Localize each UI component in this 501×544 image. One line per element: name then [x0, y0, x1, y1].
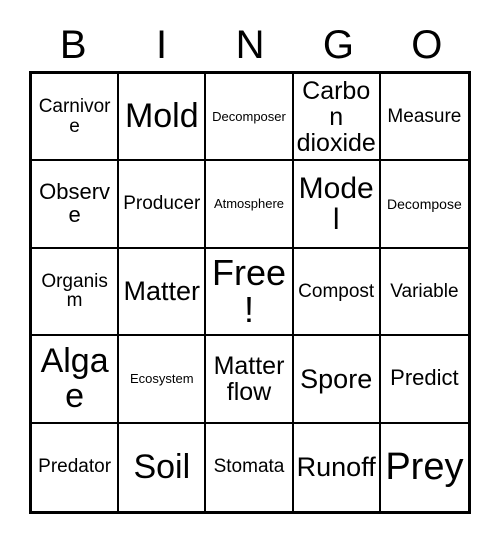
bingo-cell-label: Carbon dioxide [296, 76, 376, 157]
header-letter-b: B [59, 23, 87, 67]
bingo-cell-label: Carnivore [38, 95, 111, 137]
bingo-cell[interactable]: Matter flow [206, 336, 294, 424]
bingo-cell-label: Free! [211, 252, 286, 331]
bingo-cell[interactable]: Predict [380, 336, 468, 424]
bingo-cell[interactable]: Decomposer [206, 74, 294, 162]
bingo-cell-label: Variable [390, 280, 459, 302]
bingo-cell-label: Observe [39, 179, 111, 228]
bingo-cell-label: Predator [38, 456, 112, 478]
header-letter-o: O [411, 23, 443, 67]
bingo-cell[interactable]: Runoff [293, 423, 381, 511]
bingo-cell[interactable]: Matter [119, 248, 207, 337]
bingo-cell-label: Producer [123, 193, 201, 215]
bingo-cell[interactable]: Ecosystem [119, 336, 207, 424]
bingo-cell-label: Stomata [213, 456, 285, 478]
bingo-cell-label: Decompose [387, 195, 462, 212]
bingo-cell[interactable]: Carbon dioxide [293, 74, 381, 162]
bingo-cell[interactable]: Spore [293, 336, 381, 424]
bingo-cell[interactable]: Algae [32, 336, 120, 424]
bingo-cell[interactable]: Measure [380, 74, 468, 162]
bingo-cell-label: Predict [390, 365, 459, 391]
bingo-cell-label: Runoff [296, 452, 376, 483]
bingo-cell[interactable]: Mold [119, 74, 207, 162]
bingo-cell[interactable]: Decompose [380, 161, 468, 249]
bingo-cell[interactable]: Compost [293, 248, 381, 337]
bingo-cell-label: Atmosphere [213, 196, 285, 212]
bingo-cell-label: Prey [385, 445, 464, 488]
bingo-card: B I N G O Carnivore Mold Decomposer Carbon … [0, 0, 501, 544]
bingo-cell-label: Soil [133, 447, 191, 486]
bingo-cell-label: Decomposer [212, 108, 286, 124]
bingo-cell-label: Ecosystem [130, 371, 194, 387]
bingo-cell[interactable]: Organism [32, 248, 120, 337]
bingo-cell[interactable]: Atmosphere [206, 161, 294, 249]
bingo-cell-label: Matter flow [213, 351, 285, 406]
bingo-cell[interactable]: Variable [380, 248, 468, 337]
header-letter-g: G [322, 23, 354, 67]
bingo-grid: Carnivore Mold Decomposer Carbon dioxide Mea… [29, 71, 471, 514]
bingo-cell-label: Measure [387, 105, 462, 127]
bingo-cell-label: Mold [124, 97, 199, 136]
header-letter-i: I [156, 23, 168, 67]
bingo-cell-label: Compost [298, 280, 375, 302]
bingo-cell[interactable]: Producer [119, 161, 207, 249]
bingo-cell-label: Algae [40, 341, 109, 415]
bingo-cell-label: Spore [300, 363, 373, 394]
bingo-cell[interactable]: Observe [32, 161, 120, 249]
bingo-cell-label: Organism [41, 270, 108, 312]
bingo-cell-label: Model [298, 171, 374, 237]
bingo-cell[interactable]: Stomata [206, 423, 294, 511]
bingo-cell[interactable]: Prey [380, 423, 468, 511]
bingo-free-space[interactable]: Free! [206, 248, 294, 337]
bingo-cell[interactable]: Carnivore [32, 74, 120, 162]
bingo-cell[interactable]: Predator [32, 423, 120, 511]
header-letter-n: N [235, 23, 265, 67]
bingo-cell-label: Matter [123, 276, 201, 307]
bingo-cell[interactable]: Soil [119, 423, 207, 511]
bingo-header: B I N G O [29, 20, 471, 70]
bingo-cell[interactable]: Model [293, 161, 381, 249]
